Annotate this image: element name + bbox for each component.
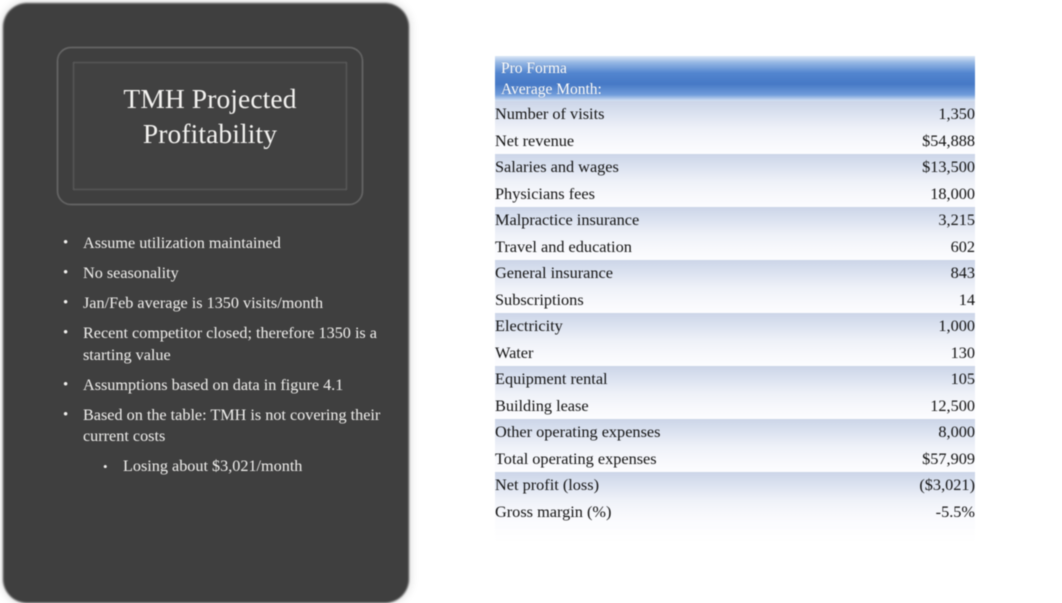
bullet-text: Assumptions based on data in figure 4.1	[83, 375, 344, 394]
bullet-item: • No seasonality	[63, 263, 383, 285]
table-cell-label: Net profit (loss)	[495, 475, 599, 495]
sub-bullet-item: • Losing about $3,021/month	[103, 456, 383, 478]
table-cell-value: 12,500	[930, 395, 975, 415]
table-cell-label: Salaries and wages	[495, 157, 619, 177]
table-header-row: Pro Forma Average Month:	[495, 56, 975, 101]
bullet-item: • Based on the table: TMH is not covering…	[63, 405, 383, 448]
table-cell-value: 1,350	[938, 104, 975, 124]
table-row: Building lease 12,500	[495, 392, 975, 419]
table-cell-label: Net revenue	[495, 130, 575, 150]
table-cell-value: 8,000	[938, 422, 975, 442]
table-cell-value: $57,909	[922, 448, 975, 468]
bullet-text: Jan/Feb average is 1350 visits/month	[83, 294, 324, 312]
table-row: Net revenue $54,888	[495, 127, 975, 154]
table-cell-label: Malpractice insurance	[495, 210, 640, 230]
table-row: Equipment rental 105	[495, 366, 975, 393]
table-cell-label: Travel and education	[495, 236, 632, 256]
table-row: Water 130	[495, 339, 975, 366]
table-cell-label: Number of visits	[495, 104, 605, 124]
bullet-marker-icon: •	[63, 325, 69, 341]
bullet-item: • Assume utilization maintained	[63, 233, 383, 255]
bullet-marker-icon: •	[63, 376, 69, 393]
bullet-text: Losing about $3,021/month	[123, 457, 303, 475]
table-cell-value: 105	[950, 369, 975, 389]
table-cell-label: Electricity	[495, 316, 563, 336]
table-bottom-fade	[495, 523, 975, 541]
pro-forma-table-container: Pro Forma Average Month: Number of visit…	[495, 56, 975, 541]
table-cell-label: General insurance	[495, 263, 613, 283]
bullet-marker-icon: •	[63, 295, 69, 311]
table-header-title: Pro Forma Average Month:	[501, 60, 602, 98]
table-row: Electricity 1,000	[495, 313, 975, 340]
table-cell-label: Water	[495, 342, 534, 362]
table-cell-value: ($3,021)	[919, 475, 975, 495]
bullet-marker-icon: •	[103, 459, 108, 474]
table-cell-value: $54,888	[922, 130, 975, 150]
table-cell-value: 18,000	[930, 183, 975, 203]
table-cell-value: 130	[950, 342, 975, 362]
bullet-marker-icon: •	[63, 406, 69, 423]
pro-forma-table: Pro Forma Average Month: Number of visit…	[495, 56, 975, 525]
table-row: Travel and education 602	[495, 233, 975, 260]
table-cell-value: $13,500	[922, 157, 975, 177]
table-cell-value: 1,000	[938, 316, 975, 336]
table-row: Gross margin (%) -5.5%	[495, 498, 975, 525]
bullet-list: • Assume utilization maintained • No season…	[63, 233, 383, 486]
slide-title: TMH Projected Profitability	[123, 83, 297, 149]
slide-canvas: TMH Projected Profitability • Assume util…	[0, 0, 1062, 603]
bullet-marker-icon: •	[63, 265, 69, 281]
table-row: Other operating expenses 8,000	[495, 419, 975, 446]
table-row: Subscriptions 14	[495, 286, 975, 313]
bullet-text: Based on the table: TMH is not covering …	[83, 405, 381, 446]
table-cell-label: Gross margin (%)	[495, 501, 612, 521]
table-header-value-cell	[815, 56, 975, 101]
table-cell-value: 843	[950, 263, 975, 283]
table-cell-value: -5.5%	[935, 501, 975, 521]
table-row: Number of visits 1,350	[495, 101, 975, 128]
table-cell-label: Equipment rental	[495, 369, 608, 389]
table-header-label-cell: Pro Forma Average Month:	[495, 56, 815, 101]
table-row: General insurance 843	[495, 260, 975, 287]
bullet-text: No seasonality	[83, 264, 179, 282]
table-cell-label: Subscriptions	[495, 289, 584, 309]
bullet-item: • Jan/Feb average is 1350 visits/month	[63, 293, 383, 315]
table-row: Salaries and wages $13,500	[495, 154, 975, 181]
table-row: Net profit (loss) ($3,021)	[495, 472, 975, 499]
table-cell-label: Other operating expenses	[495, 422, 661, 442]
table-cell-value: 3,215	[938, 210, 975, 230]
table-cell-label: Building lease	[495, 395, 589, 415]
table-row: Total operating expenses $57,909	[495, 445, 975, 472]
table-cell-label: Total operating expenses	[495, 448, 657, 468]
table-cell-value: 602	[950, 236, 975, 256]
bullet-text: Recent competitor closed; therefore 1350…	[83, 324, 377, 364]
bullet-marker-icon: •	[63, 235, 69, 251]
table-row: Physicians fees 18,000	[495, 180, 975, 207]
bullet-text: Assume utilization maintained	[83, 234, 281, 252]
bullet-item: • Assumptions based on data in figure 4.1	[63, 375, 383, 397]
bullet-item: • Recent competitor closed; therefore 135…	[63, 323, 383, 366]
table-cell-value: 14	[958, 289, 975, 309]
table-row: Malpractice insurance 3,215	[495, 207, 975, 234]
left-panel-content: TMH Projected Profitability • Assume util…	[3, 3, 409, 603]
table-cell-label: Physicians fees	[495, 183, 595, 203]
